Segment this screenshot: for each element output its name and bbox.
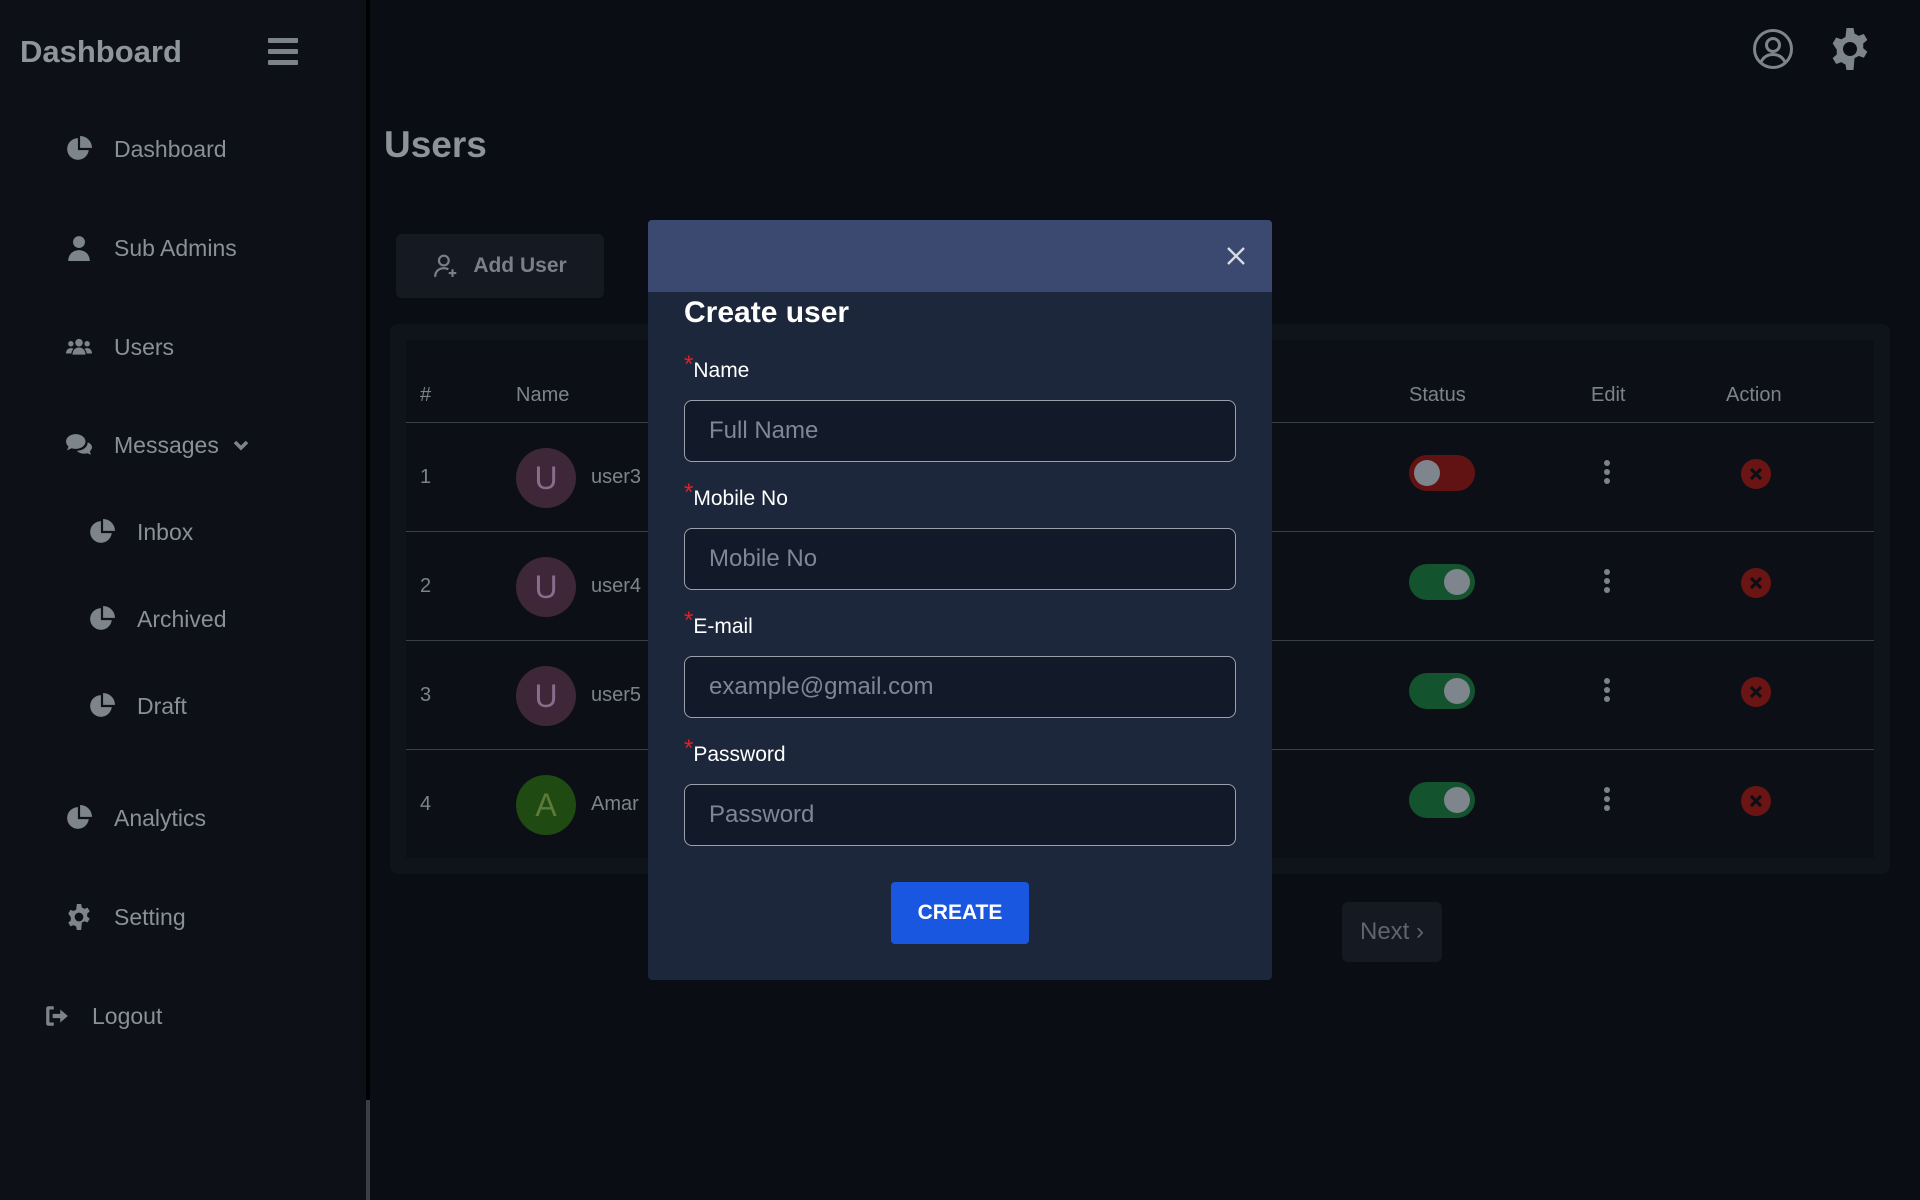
sidebar-item-users[interactable]: Users [64,332,174,362]
email-label: *E-mail [684,607,753,638]
status-toggle[interactable] [1409,673,1475,709]
user-icon [64,233,94,263]
gear-icon [64,902,94,932]
more-vertical-icon[interactable] [1602,460,1612,488]
avatar: U [516,557,576,617]
row-number: 1 [420,466,432,488]
required-mark: * [684,607,694,634]
sidebar-item-inbox[interactable]: Inbox [87,517,193,547]
sidebar: Dashboard Dashboard Sub Admins Users Mes… [0,0,370,1200]
column-header-edit: Edit [1591,384,1626,406]
delete-circle-icon[interactable] [1740,567,1772,599]
row-number: 3 [420,684,432,706]
more-vertical-icon[interactable] [1602,569,1612,597]
sidebar-item-sub-admins[interactable]: Sub Admins [64,233,237,263]
password-label: *Password [684,735,786,766]
add-user-icon [434,254,457,277]
pie-chart-icon [87,604,117,634]
sidebar-item-label: Logout [92,1002,163,1029]
sidebar-scrollbar[interactable] [366,1100,370,1200]
sidebar-item-logout[interactable]: Logout [42,1001,162,1031]
comments-icon [64,430,94,460]
sidebar-item-analytics[interactable]: Analytics [64,803,206,833]
modal-title: Create user [684,296,850,329]
hamburger-menu-icon[interactable] [268,38,298,66]
avatar: A [516,775,576,835]
pie-chart-icon [64,803,94,833]
avatar: U [516,448,576,508]
column-header-action: Action [1726,384,1782,406]
delete-circle-icon[interactable] [1740,785,1772,817]
sidebar-item-archived[interactable]: Archived [87,604,226,634]
column-header-name: Name [516,384,570,406]
more-vertical-icon[interactable] [1602,787,1612,815]
sidebar-item-label: Dashboard [114,135,227,162]
status-toggle[interactable] [1409,782,1475,818]
sidebar-item-label: Analytics [114,804,207,831]
delete-circle-icon[interactable] [1740,676,1772,708]
page-title: Users [384,124,487,165]
required-mark: * [684,351,694,378]
pie-chart-icon [87,691,117,721]
modal-header [648,220,1272,292]
logout-icon [42,1001,72,1031]
sidebar-item-label: Inbox [137,518,194,545]
users-icon [64,332,94,362]
name-label: *Name [684,351,750,382]
row-number: 4 [420,793,432,815]
add-user-button[interactable]: Add User [396,234,604,298]
user-circle-icon[interactable] [1752,28,1794,75]
pie-chart-icon [64,134,94,164]
delete-circle-icon[interactable] [1740,458,1772,490]
row-number: 2 [420,575,432,597]
next-page-button[interactable]: Next › [1342,902,1442,962]
create-button[interactable]: CREATE [891,882,1029,944]
user-name: user5 [591,684,642,706]
avatar: U [516,666,576,726]
chevron-down-icon [233,432,249,459]
sidebar-item-draft[interactable]: Draft [87,691,187,721]
close-icon[interactable] [1222,242,1250,270]
mobile-input[interactable] [684,528,1236,590]
more-vertical-icon[interactable] [1602,678,1612,706]
sidebar-item-dashboard[interactable]: Dashboard [64,134,227,164]
pie-chart-icon [87,517,117,547]
brand-title: Dashboard [20,34,182,69]
status-toggle[interactable] [1409,455,1475,491]
sidebar-item-label: Setting [114,903,186,930]
sidebar-item-setting[interactable]: Setting [64,902,186,932]
user-name: Amar [591,793,639,815]
required-mark: * [684,479,694,506]
name-input[interactable] [684,400,1236,462]
gear-icon[interactable] [1829,28,1871,75]
mobile-label: *Mobile No [684,479,788,510]
sidebar-item-label: Archived [137,605,227,632]
column-header-number: # [420,384,432,406]
user-name: user4 [591,575,642,597]
add-user-label: Add User [473,254,567,277]
email-input[interactable] [684,656,1236,718]
create-user-modal: Create user *Name *Mobile No *E-mail *Pa… [648,220,1272,980]
column-header-status: Status [1409,384,1466,406]
status-toggle[interactable] [1409,564,1475,600]
sidebar-item-messages[interactable]: Messages [64,430,249,460]
sidebar-item-label: Draft [137,692,187,719]
required-mark: * [684,735,694,762]
sidebar-item-label: Users [114,333,175,360]
user-name: user3 [591,466,642,488]
sidebar-item-label: Messages [114,431,219,458]
password-input[interactable] [684,784,1236,846]
sidebar-item-label: Sub Admins [114,234,237,261]
